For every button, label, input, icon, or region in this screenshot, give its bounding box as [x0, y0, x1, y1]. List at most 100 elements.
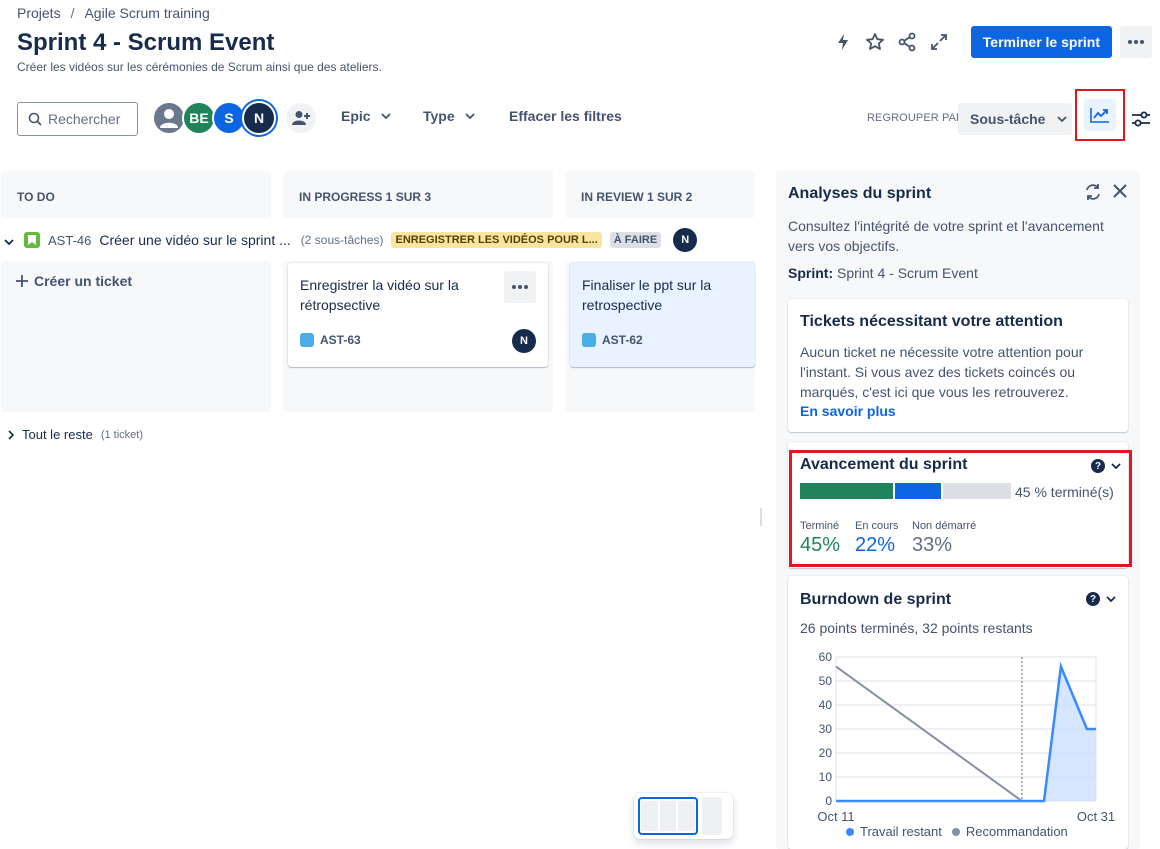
search-input[interactable]: Rechercher [17, 102, 138, 136]
stat-not-started: Non démarré 33% [912, 520, 976, 557]
user-icon [160, 109, 178, 128]
attention-text: Aucun ticket ne nécessite votre attentio… [800, 344, 1084, 400]
group-by-value: Sous-tâche [970, 111, 1046, 127]
view-settings-button[interactable] [1126, 103, 1156, 135]
swimlane-key[interactable]: AST-46 [48, 233, 91, 248]
swimlane-header[interactable]: AST-46 Créer une vidéo sur le sprint ...… [0, 228, 698, 252]
refresh-icon[interactable] [1084, 183, 1102, 201]
attention-card: Tickets nécessitant votre attention Aucu… [788, 299, 1128, 432]
ticket-card[interactable]: Enregistrer la vidéo sur la rétropsectiv… [288, 263, 548, 367]
progress-bar [800, 483, 1011, 499]
burndown-title: Burndown de sprint [800, 591, 952, 608]
y-tick-label: 20 [819, 746, 833, 760]
avatar[interactable]: N [673, 228, 698, 252]
create-ticket-button[interactable]: Créer un ticket [16, 273, 132, 289]
sprint-value: Sprint 4 - Scrum Event [837, 265, 978, 281]
status-lozenge[interactable]: À FAIRE [609, 232, 662, 248]
breadcrumb-projects[interactable]: Projets [17, 5, 61, 21]
automation-icon[interactable] [827, 26, 859, 58]
column-header-in-progress: IN PROGRESS 1 SUR 3 [283, 171, 553, 218]
progress-title: Avancement du sprint [800, 456, 968, 473]
type-filter-dropdown[interactable]: Type [423, 108, 475, 124]
progress-help[interactable]: ? [1091, 459, 1121, 473]
help-icon[interactable]: ? [1086, 592, 1100, 606]
swimlane-summary[interactable]: Créer une vidéo sur le sprint ... [99, 232, 290, 248]
trend-chart-icon [1090, 108, 1109, 123]
more-actions-button[interactable] [1120, 26, 1152, 58]
group-by-select[interactable]: Sous-tâche [958, 103, 1072, 135]
create-ticket-label: Créer un ticket [34, 273, 133, 289]
stat-done-label: Terminé [800, 520, 840, 532]
chevron-down-icon[interactable] [1106, 596, 1116, 602]
complete-sprint-button[interactable]: Terminer le sprint [970, 26, 1112, 58]
card-title: Finaliser le ppt sur la retrospective [582, 277, 712, 313]
attention-title: Tickets nécessitant votre attention [800, 313, 1063, 330]
sliders-icon [1132, 111, 1150, 127]
group-by-label: REGROUPER PAR [867, 112, 965, 124]
learn-more-link[interactable]: En savoir plus [800, 403, 896, 419]
subtask-icon [582, 333, 596, 347]
subtask-icon [300, 333, 314, 347]
remaining-area [836, 666, 1096, 801]
avatar-unassigned[interactable] [152, 101, 186, 135]
story-icon [24, 232, 40, 248]
panel-resize-handle[interactable] [760, 508, 762, 526]
x-tick-label: Oct 11 [817, 809, 854, 824]
legend-remaining-label: Travail restant [860, 824, 942, 839]
epic-filter-label: Epic [341, 108, 371, 124]
breadcrumb-separator: / [70, 5, 75, 21]
column-header-in-review: IN REVIEW 1 SUR 2 [565, 171, 755, 218]
avatar-n[interactable]: N [242, 101, 276, 135]
avatar[interactable]: N [512, 329, 536, 353]
progress-bar-not-started [943, 483, 1011, 499]
breadcrumb-project[interactable]: Agile Scrum training [84, 5, 209, 21]
list-view-option[interactable] [702, 797, 722, 835]
swimlane-subtask-count: (2 sous-tâches) [300, 233, 384, 247]
ticket-card[interactable]: Finaliser le ppt sur la retrospective AS… [570, 263, 755, 367]
epic-filter-dropdown[interactable]: Epic [341, 108, 391, 124]
y-tick-label: 0 [825, 794, 832, 808]
legend-guideline-label: Recommandation [965, 824, 1068, 839]
add-user-icon [292, 111, 310, 125]
chevron-right-icon [8, 429, 14, 440]
chevron-down-icon[interactable] [4, 232, 18, 248]
fullscreen-icon[interactable] [923, 26, 955, 58]
burndown-chart: 0 10 20 30 40 50 60 Oct 11 Oct 31 [817, 650, 1115, 824]
epic-lozenge: ENREGISTRER LES VIDÉOS POUR L... [391, 232, 602, 248]
help-icon[interactable]: ? [1091, 459, 1105, 473]
more-icon [1128, 40, 1144, 44]
other-issues-row[interactable]: Tout le reste (1 ticket) [8, 427, 143, 442]
page-title: Sprint 4 - Scrum Event [17, 29, 275, 56]
close-icon[interactable] [1112, 183, 1128, 199]
y-tick-label: 30 [819, 722, 833, 736]
page-subtitle: Créer les vidéos sur les cérémonies de S… [17, 60, 382, 74]
chevron-down-icon[interactable] [1111, 463, 1121, 469]
legend-guideline: Recommandation [951, 824, 1068, 839]
guideline-series [835, 665, 1023, 802]
star-icon[interactable] [859, 26, 891, 58]
y-tick-label: 40 [819, 698, 833, 712]
card-title: Enregistrer la vidéo sur la rétropsectiv… [300, 277, 459, 313]
stat-in-progress-label: En cours [855, 520, 899, 532]
panel-description: Consultez l'intégrité de votre sprint et… [788, 218, 1104, 254]
panel-actions [1084, 183, 1128, 201]
y-tick-label: 10 [819, 770, 833, 784]
stat-done-value: 45% [800, 534, 841, 556]
avatar-be[interactable]: BE [182, 101, 216, 135]
clear-filters-button[interactable]: Effacer les filtres [509, 108, 622, 124]
share-icon[interactable] [891, 26, 923, 58]
y-tick-label: 50 [819, 674, 833, 688]
insights-button[interactable] [1084, 99, 1116, 131]
x-tick-label: Oct 31 [1077, 809, 1115, 824]
progress-summary: 45 % terminé(s) [1015, 484, 1114, 500]
burndown-help[interactable]: ? [1086, 592, 1116, 606]
board-view-option[interactable] [638, 797, 698, 835]
stat-in-progress-value: 22% [855, 534, 896, 556]
add-people-button[interactable] [286, 103, 316, 133]
plus-icon [16, 275, 28, 287]
card-key: AST-63 [300, 333, 361, 347]
burndown-card: Burndown de sprint ? 26 points terminés,… [788, 576, 1128, 849]
burndown-subtitle: 26 points terminés, 32 points restants [800, 620, 1033, 636]
card-more-button[interactable] [504, 271, 536, 303]
avatar-s[interactable]: S [212, 101, 246, 135]
